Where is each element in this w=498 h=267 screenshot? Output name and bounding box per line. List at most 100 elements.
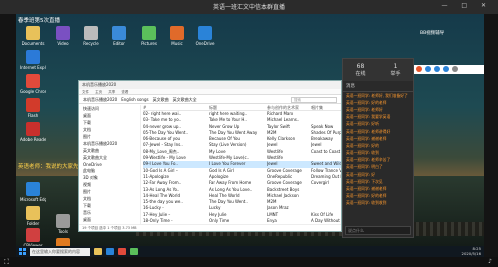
desktop-top-label: 春季班第5次直播	[18, 18, 60, 24]
desktop-icon-label: Recycle	[83, 41, 99, 46]
settings-icon[interactable]	[452, 66, 458, 72]
chat-message: 英语一班同学: 好听	[346, 121, 379, 127]
desktop-icon[interactable]: Documents	[20, 26, 46, 46]
nav-item[interactable]: 音乐	[79, 209, 140, 216]
desktop-icon[interactable]: Google Chrome	[20, 74, 46, 94]
app-icon	[26, 206, 40, 220]
nav-item[interactable]: 视频	[79, 181, 140, 188]
desktop-icon[interactable]: Adobe Reader	[20, 122, 46, 142]
stat-online: 68 在线	[355, 63, 366, 77]
desktop-icon[interactable]: Flash	[20, 98, 46, 118]
breadcrumb-1[interactable]: 本机音乐播放2020	[83, 97, 117, 102]
chat-message: 英语一班同学: 明白了	[346, 164, 383, 170]
desktop-icon[interactable]: Pictures	[136, 26, 162, 46]
file-explorer-window[interactable]: 本机音乐播放2020 文件 主页 共享 查看 本机音乐播放2020 Englis…	[78, 80, 342, 232]
chat-message: 英语一班同学: 老师辛苦了	[346, 157, 391, 163]
nav-item[interactable]: 图片	[79, 188, 140, 195]
mic-icon[interactable]	[425, 66, 431, 72]
desktop-icon-label: Video	[57, 41, 69, 46]
app-icon	[142, 26, 156, 40]
desktop-icon[interactable]: Video	[50, 26, 76, 46]
chat-message: 英语一班同学: 我要学英语	[346, 114, 391, 120]
col-name[interactable]: #	[143, 105, 209, 110]
chat-message: 英语一班同学: 老师好, 我们准备好了	[346, 92, 408, 98]
chat-message: 英语一班同学: 好	[346, 171, 376, 177]
chat-message: 英语一班同学: 收到收到	[346, 200, 387, 206]
breadcrumb-2[interactable]: English songs	[121, 97, 148, 102]
col-album[interactable]: 唱片集	[311, 105, 341, 110]
fullscreen-icon[interactable]: ⛶	[4, 258, 9, 267]
desktop-icon[interactable]: OneDrive	[192, 26, 218, 46]
app-icon	[26, 26, 40, 40]
window-controls[interactable]: — □ ✕	[441, 2, 492, 9]
explorer-taskbar-icon[interactable]	[94, 248, 102, 255]
file-list: # 标题 参与创作的艺术家 唱片集 02- right here wai.. ri…	[143, 105, 341, 225]
top-right-label: BB视频辅导	[420, 31, 445, 36]
desktop-icon-label: Microsoft Edge	[20, 197, 46, 202]
chat-input[interactable]: 说点什么	[345, 226, 411, 235]
search-input[interactable]: 搜索	[291, 97, 337, 103]
desktop-icon-label: Music	[171, 41, 183, 46]
app-icon	[198, 26, 212, 40]
desktop-icon[interactable]: Folder	[20, 206, 46, 226]
desktop-icon-label: Tools	[58, 229, 68, 234]
chrome-taskbar-icon[interactable]	[118, 248, 126, 255]
address-bar[interactable]: 本机音乐播放2020 English songs 英文歌曲 英文歌曲大全 搜索	[79, 95, 341, 104]
chat-message: 英语一班同学: 老师好	[346, 106, 383, 112]
desktop-icon-label: Flash	[27, 113, 39, 118]
nav-item[interactable]: 图片	[79, 133, 140, 140]
live-window-titlebar: 英语一班汇文中信本群直播 — □ ✕	[0, 0, 498, 14]
nav-item[interactable]: 快速访问	[79, 105, 140, 112]
chat-message: 英语一班同学: 收到	[346, 150, 379, 156]
desktop-icon[interactable]: Recycle	[78, 26, 104, 46]
app-icon	[56, 214, 70, 228]
desktop-icon[interactable]: EasyConnect	[50, 238, 76, 246]
desktop-icon[interactable]: Internet Explorer	[20, 50, 46, 70]
nav-item[interactable]: 下载	[79, 202, 140, 209]
breadcrumb-3[interactable]: 英文歌曲	[153, 97, 169, 102]
navigation-pane: 快速访问 桌面 下载 文档 图片 本机音乐播放2020 英文歌曲 英文歌曲大全 OneDrive…	[79, 105, 141, 229]
chat-message: 英语一班同学: 好的老师	[346, 193, 387, 199]
app-icon	[26, 50, 40, 64]
nav-item[interactable]: 桌面	[79, 216, 140, 223]
breadcrumb-4[interactable]: 英文歌曲大全	[173, 97, 197, 102]
record-icon[interactable]	[416, 66, 422, 72]
desktop-icon[interactable]: Tools	[50, 214, 76, 234]
chat-message: 英语一班同学: 老师讲得好	[346, 128, 391, 134]
app-icon	[26, 122, 40, 136]
stat-hand: 1 举手	[390, 63, 401, 77]
app-icon	[84, 26, 98, 40]
nav-item[interactable]: 下载	[79, 119, 140, 126]
nav-item[interactable]: 3D 对象	[79, 174, 140, 181]
windows-start-icon[interactable]	[19, 248, 26, 255]
nav-item[interactable]: 英文歌曲	[79, 147, 140, 154]
app-icon	[26, 74, 40, 88]
live-toolbar[interactable]	[414, 65, 484, 74]
wechat-taskbar-icon[interactable]	[130, 248, 138, 255]
desktop-icon[interactable]: CBViewer	[20, 228, 46, 246]
left-frame	[0, 14, 16, 257]
app-icon	[26, 98, 40, 112]
app-icon	[56, 26, 70, 40]
nav-item[interactable]: 桌面	[79, 112, 140, 119]
camera-icon[interactable]	[434, 66, 440, 72]
nav-item[interactable]: 文档	[79, 126, 140, 133]
app-icon	[26, 182, 40, 196]
share-icon[interactable]	[443, 66, 449, 72]
desktop-icon[interactable]: Music	[164, 26, 190, 46]
desktop-icon[interactable]: Editor	[106, 26, 132, 46]
edge-taskbar-icon[interactable]	[106, 248, 114, 255]
taskbar-search[interactable]: 在这里输入你要搜索的内容	[30, 247, 90, 256]
nav-item[interactable]: 文档	[79, 195, 140, 202]
col-title[interactable]: 标题	[209, 105, 267, 110]
col-artist[interactable]: 参与创作的艺术家	[267, 105, 311, 110]
volume-icon[interactable]: ♪	[488, 258, 492, 265]
nav-item[interactable]: 本机音乐播放2020	[79, 140, 140, 147]
chat-message: 英语一班同学: 好的老师	[346, 99, 387, 105]
chat-message: 英语一班同学: 谢谢老师	[346, 135, 387, 141]
chat-message: 英语一班同学: 谢谢老师	[346, 186, 387, 192]
desktop-icon-label: OneDrive	[195, 41, 215, 46]
nav-item[interactable]: 英文歌曲大全	[79, 154, 140, 161]
nav-item[interactable]: 此电脑	[79, 167, 140, 174]
desktop-icon[interactable]: Microsoft Edge	[20, 182, 46, 202]
